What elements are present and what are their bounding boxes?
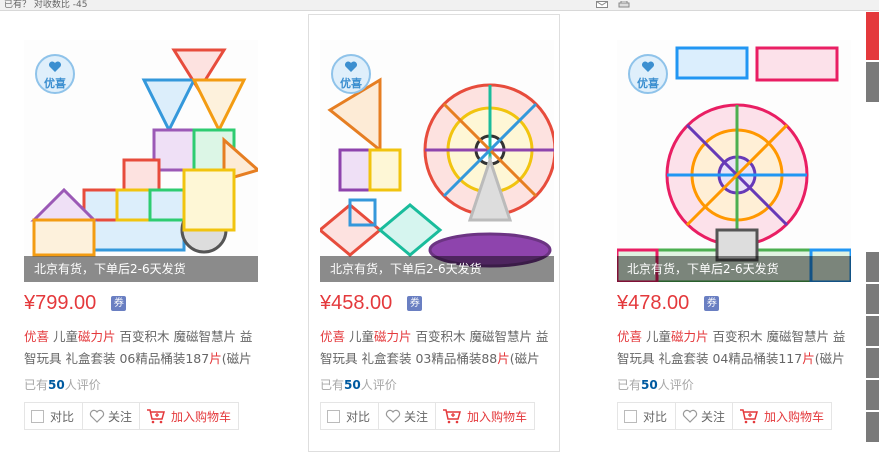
browser-top-strip: 已有？ 对收数比 -45 [0,0,879,11]
tab-fragment: 已有？ 对收数比 -45 [4,0,88,10]
follow-label: 关注 [701,409,726,424]
title-text: 儿童 [345,329,374,344]
cart-label: 加入购物车 [467,409,528,424]
checkbox-icon[interactable] [327,409,340,423]
comments-number: 50 [641,378,658,392]
follow-label: 关注 [404,409,429,424]
cart-icon [443,409,461,424]
comments-prefix: 已有 [24,378,49,392]
add-to-cart-button[interactable]: 加入购物车 [435,402,535,430]
comment-count[interactable]: 已有50人评价 [320,376,397,393]
price-row: ¥458.00 券 [320,292,423,318]
toolbar-item[interactable] [866,348,879,378]
coupon-icon[interactable]: 券 [407,296,423,311]
title-brand: 优喜 [320,329,346,344]
compare-label: 对比 [643,409,668,424]
compare-label: 对比 [346,409,371,424]
stock-notice: 北京有货，下单后2-6天发货 [617,256,851,282]
title-keyword: 片 [497,351,510,366]
coupon-icon[interactable]: 券 [704,296,720,311]
product-card[interactable]: 优喜 北京有货，下单后2-6天发货 ¥478.00 券 优喜 儿童磁力片 百变积… [605,14,857,452]
compare-label: 对比 [50,409,75,424]
title-keyword: 片 [209,351,222,366]
price-row: ¥478.00 券 [617,292,720,318]
stock-notice: 北京有货，下单后2-6天发货 [24,256,258,282]
checkbox-icon[interactable] [31,409,44,423]
comments-number: 50 [48,378,65,392]
comments-suffix: 人评价 [64,378,101,392]
heart-logo-icon [48,61,62,72]
heart-icon [89,409,105,423]
coupon-icon[interactable]: 券 [111,296,127,311]
product-title[interactable]: 优喜 儿童磁力片 百变积木 魔磁智慧片 益智玩具 礼盒套装 04精品桶装117片… [617,326,849,370]
comments-prefix: 已有 [617,378,642,392]
toolbar-item[interactable] [866,412,879,442]
badge-text: 优喜 [44,77,66,90]
product-card[interactable]: 优喜 北京有货，下单后2-6天发货 ¥799.00 券 优喜 儿童磁力片 百变积… [12,14,264,452]
print-icon[interactable] [618,1,630,8]
comment-count[interactable]: 已有50人评价 [617,376,694,393]
action-bar: 对比 关注 加入购物车 [617,402,832,430]
cart-label: 加入购物车 [171,409,232,424]
comments-suffix: 人评价 [360,378,397,392]
badge-text: 优喜 [340,77,362,90]
price: ¥799.00 [24,292,97,314]
youxi-badge: 优喜 [35,54,75,94]
toolbar-item[interactable] [866,62,879,102]
comment-count[interactable]: 已有50人评价 [24,376,101,393]
heart-logo-icon [641,61,655,72]
compare-button[interactable]: 对比 [24,402,83,430]
comments-prefix: 已有 [320,378,345,392]
toolbar-item[interactable] [866,380,879,410]
toolbar-promo-tab[interactable] [866,12,879,60]
youxi-badge: 优喜 [331,54,371,94]
compare-button[interactable]: 对比 [320,402,379,430]
follow-button[interactable]: 关注 [378,402,436,430]
title-brand: 优喜 [24,329,50,344]
add-to-cart-button[interactable]: 加入购物车 [139,402,239,430]
youxi-badge: 优喜 [628,54,668,94]
title-text: 儿童 [49,329,78,344]
price: ¥458.00 [320,292,393,314]
action-bar: 对比 关注 加入购物车 [24,402,239,430]
toolbar-item[interactable] [866,316,879,346]
comments-number: 50 [344,378,361,392]
heart-icon [385,409,401,423]
mail-icon[interactable] [596,1,608,8]
price: ¥478.00 [617,292,690,314]
product-image[interactable]: 优喜 北京有货，下单后2-6天发货 [617,40,851,282]
checkbox-icon[interactable] [624,409,637,423]
title-keyword: 磁力片 [374,329,412,344]
product-image[interactable]: 优喜 北京有货，下单后2-6天发货 [320,40,554,282]
product-title[interactable]: 优喜 儿童磁力片 百变积木 魔磁智慧片 益智玩具 礼盒套装 03精品桶装88片(… [320,326,552,370]
product-title[interactable]: 优喜 儿童磁力片 百变积木 魔磁智慧片 益智玩具 礼盒套装 06精品桶装187片… [24,326,256,370]
title-text: 儿童 [642,329,671,344]
title-brand: 优喜 [617,329,643,344]
badge-text: 优喜 [637,77,659,90]
compare-button[interactable]: 对比 [617,402,676,430]
cart-label: 加入购物车 [764,409,825,424]
product-image[interactable]: 优喜 北京有货，下单后2-6天发货 [24,40,258,282]
follow-label: 关注 [108,409,133,424]
comments-suffix: 人评价 [657,378,694,392]
cart-icon [147,409,165,424]
toolbar-item[interactable] [866,284,879,314]
title-keyword: 磁力片 [78,329,116,344]
right-side-toolbar [866,12,879,466]
stock-notice: 北京有货，下单后2-6天发货 [320,256,554,282]
title-keyword: 片 [802,351,815,366]
heart-icon [682,409,698,423]
toolbar-item[interactable] [866,252,879,282]
add-to-cart-button[interactable]: 加入购物车 [732,402,832,430]
product-card[interactable]: 优喜 北京有货，下单后2-6天发货 ¥458.00 券 优喜 儿童磁力片 百变积… [308,14,560,452]
action-bar: 对比 关注 加入购物车 [320,402,535,430]
heart-logo-icon [344,61,358,72]
follow-button[interactable]: 关注 [675,402,733,430]
follow-button[interactable]: 关注 [82,402,140,430]
cart-icon [740,409,758,424]
title-keyword: 磁力片 [671,329,709,344]
price-row: ¥799.00 券 [24,292,127,318]
